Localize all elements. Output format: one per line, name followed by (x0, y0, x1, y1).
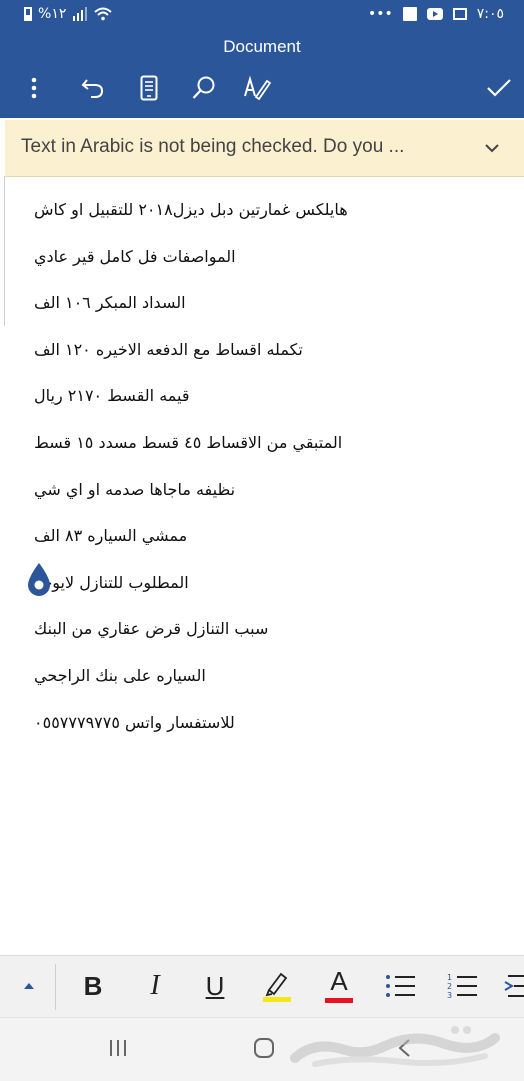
line-text: سبب التنازل قرض عقاري من البنك (34, 619, 269, 639)
line-text: نظيفه ماجاها صدمه او اي شي (34, 479, 236, 499)
more-options-button[interactable] (17, 71, 51, 105)
mobile-view-icon (140, 75, 158, 101)
gallery-icon (452, 8, 467, 20)
document-line[interactable]: تكمله اقساط مع الدفعه الاخيره ١٢٠ الف (34, 340, 424, 387)
search-icon (192, 76, 215, 99)
more-vertical-icon (31, 77, 37, 99)
bold-button[interactable]: B (76, 966, 110, 1006)
status-right: ••• ٧:٠٥ (368, 6, 504, 22)
numbered-list-icon: 123 (447, 973, 477, 1000)
toolbar-divider (55, 964, 56, 1010)
bullet-list-icon (386, 975, 415, 997)
watermark-logo (290, 1026, 500, 1067)
document-line[interactable]: ممشي السياره ٨٣ الف (34, 526, 424, 573)
draw-pen-icon (244, 75, 271, 101)
banner-expand-button[interactable] (484, 138, 500, 157)
document-title: Document (223, 37, 301, 56)
document-line[interactable]: نظيفه ماجاها صدمه او اي شي (34, 480, 424, 527)
line-text: للاستفسار واتس ٠٥٥٧٧٧٩٧٧٥ (34, 712, 235, 732)
document-line[interactable]: هايلكس غمارتين دبل ديزل٢٠١٨ للتقبيل او ك… (34, 200, 424, 247)
status-time: ٧:٠٥ (476, 6, 504, 22)
checkmark-icon (487, 79, 511, 97)
find-button[interactable] (187, 71, 221, 105)
line-text: السياره على بنك الراجحي (34, 665, 206, 685)
line-text: المتبقي من الاقساط ٤٥ قسط مسدد ١٥ قسط (34, 432, 343, 452)
undo-icon (81, 79, 104, 98)
line-text: قيمه القسط ٢١٧٠ ريال (34, 386, 190, 406)
status-left: %١٢ (24, 6, 113, 22)
svg-text:2: 2 (447, 982, 452, 991)
wifi-icon (94, 7, 113, 21)
line-text: المطلوب للتنازل لايوجد (34, 572, 189, 592)
document-line[interactable]: سبب التنازل قرض عقاري من البنك (34, 619, 424, 666)
document-line[interactable]: للاستفسار واتس ٠٥٥٧٧٧٩٧٧٥ (34, 713, 424, 760)
underline-button[interactable]: U (198, 966, 232, 1006)
home-icon (254, 1038, 274, 1058)
svg-text:3: 3 (447, 991, 452, 1000)
document-line[interactable]: المواصفات فل كامل قير عادي (34, 247, 424, 294)
font-color-bar (325, 998, 353, 1003)
recent-apps-icon (110, 1040, 126, 1056)
done-button[interactable] (482, 71, 516, 105)
cursor-handle[interactable] (27, 562, 51, 602)
youtube-icon (426, 8, 443, 20)
signal-icon (73, 7, 88, 21)
proofing-banner-text: Text in Arabic is not being checked. Do … (21, 136, 405, 157)
document-body[interactable]: هايلكس غمارتين دبل ديزل٢٠١٨ للتقبيل او ك… (34, 200, 424, 759)
font-color-button[interactable]: A (320, 966, 358, 1006)
italic-button[interactable]: I (138, 966, 172, 1006)
battery-icon (24, 7, 32, 21)
highlight-button[interactable] (258, 966, 296, 1006)
notification-dots: ••• (367, 6, 393, 22)
svg-text:1: 1 (447, 973, 452, 982)
line-text: المواصفات فل كامل قير عادي (34, 246, 236, 266)
bullet-list-button[interactable] (382, 966, 418, 1006)
battery-level: %١٢ (38, 6, 67, 22)
document-line[interactable]: المتبقي من الاقساط ٤٥ قسط مسدد ١٥ قسط (34, 433, 424, 480)
font-color-swatch: A (322, 966, 356, 1004)
line-text: تكمله اقساط مع الدفعه الاخيره ١٢٠ الف (34, 339, 303, 359)
document-line[interactable]: السداد المبكر ١٠٦ الف (34, 293, 424, 340)
draw-button[interactable] (240, 71, 274, 105)
expand-ribbon-button[interactable] (14, 966, 44, 1006)
line-text: السداد المبكر ١٠٦ الف (34, 293, 186, 313)
line-text: ممشي السياره ٨٣ الف (34, 526, 188, 546)
caret-up-icon (24, 983, 34, 989)
indent-icon (504, 975, 524, 997)
recent-apps-button[interactable] (108, 1038, 128, 1062)
chevron-down-icon (485, 144, 499, 153)
app-bar: Document (0, 31, 524, 118)
mobile-view-button[interactable] (132, 71, 166, 105)
proofing-language-banner[interactable]: Text in Arabic is not being checked. Do … (5, 120, 524, 177)
home-button[interactable] (253, 1037, 275, 1063)
cursor-handle-icon (28, 563, 50, 596)
indent-button[interactable] (504, 966, 524, 1006)
document-line[interactable]: السياره على بنك الراجحي (34, 666, 424, 713)
formatting-toolbar: B I U A 123 (0, 955, 524, 1018)
notification-square-icon (402, 7, 417, 21)
document-line[interactable]: قيمه القسط ٢١٧٠ ريال (34, 386, 424, 433)
undo-button[interactable] (76, 71, 110, 105)
line-text: هايلكس غمارتين دبل ديزل٢٠١٨ للتقبيل او ك… (34, 200, 348, 219)
font-color-letter: A (330, 966, 348, 996)
highlighter-icon (263, 972, 291, 1002)
numbered-list-button[interactable]: 123 (444, 966, 480, 1006)
document-line[interactable]: المطلوب للتنازل لايوجد (34, 573, 424, 620)
status-bar: %١٢ ••• ٧:٠٥ (0, 0, 524, 31)
page-edge-divider (4, 176, 5, 326)
